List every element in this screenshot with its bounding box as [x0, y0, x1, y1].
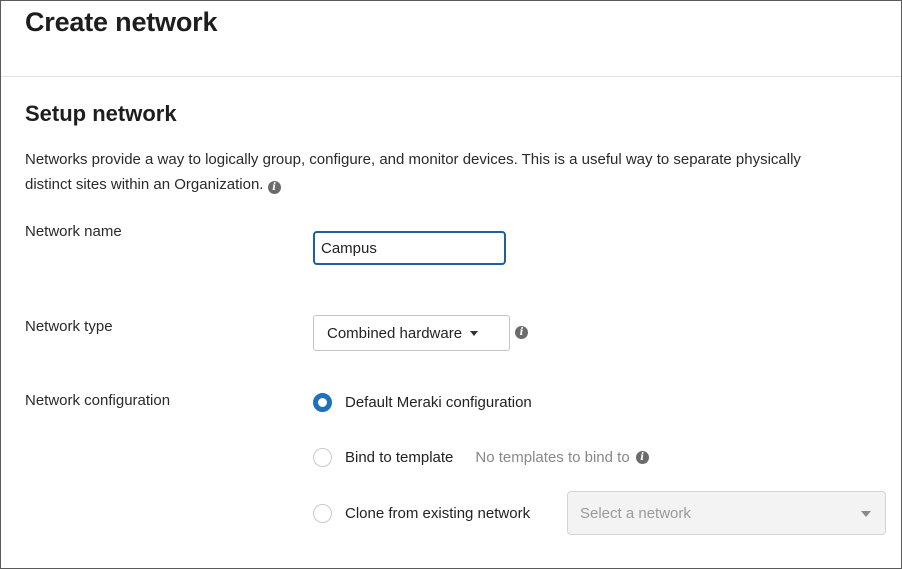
radio-label-clone: Clone from existing network — [345, 505, 531, 522]
select-network-dropdown[interactable]: Select a network — [567, 491, 886, 535]
caret-down-icon — [861, 511, 871, 517]
network-configuration-label: Network configuration — [25, 392, 171, 409]
radio-clone-existing-network[interactable]: Clone from existing network — [313, 504, 530, 523]
bind-template-hint-text: No templates to bind to — [475, 449, 630, 466]
bind-template-hint: No templates to bind to i — [475, 449, 649, 466]
radio-button-checked[interactable] — [313, 393, 332, 412]
info-icon[interactable]: i — [635, 451, 649, 464]
caret-down-icon — [470, 330, 479, 336]
network-name-label: Network name — [25, 223, 122, 240]
network-type-selected: Combined hardware — [327, 324, 463, 342]
radio-button[interactable] — [313, 504, 332, 523]
radio-default-meraki-config[interactable]: Default Meraki configuration — [313, 393, 532, 412]
create-network-page: Create network Setup network Networks pr… — [0, 0, 902, 569]
radio-label-bind: Bind to template — [345, 449, 454, 466]
network-name-input[interactable] — [313, 231, 506, 265]
radio-button[interactable] — [313, 448, 332, 467]
radio-bind-to-template[interactable]: Bind to template No templates to bind to… — [313, 448, 649, 467]
page-title: Create network — [25, 7, 218, 37]
radio-label-default: Default Meraki configuration — [345, 394, 532, 411]
section-description: Networks provide a way to logically grou… — [25, 147, 805, 197]
select-network-placeholder: Select a network — [580, 504, 691, 522]
section-title: Setup network — [25, 101, 177, 126]
page-header: Create network — [1, 1, 901, 77]
network-type-dropdown[interactable]: Combined hardware — [313, 315, 510, 351]
network-type-info-icon[interactable]: i — [515, 326, 528, 339]
network-type-label: Network type — [25, 318, 113, 335]
info-icon[interactable]: i — [267, 181, 281, 194]
description-text: Networks provide a way to logically grou… — [25, 151, 801, 193]
